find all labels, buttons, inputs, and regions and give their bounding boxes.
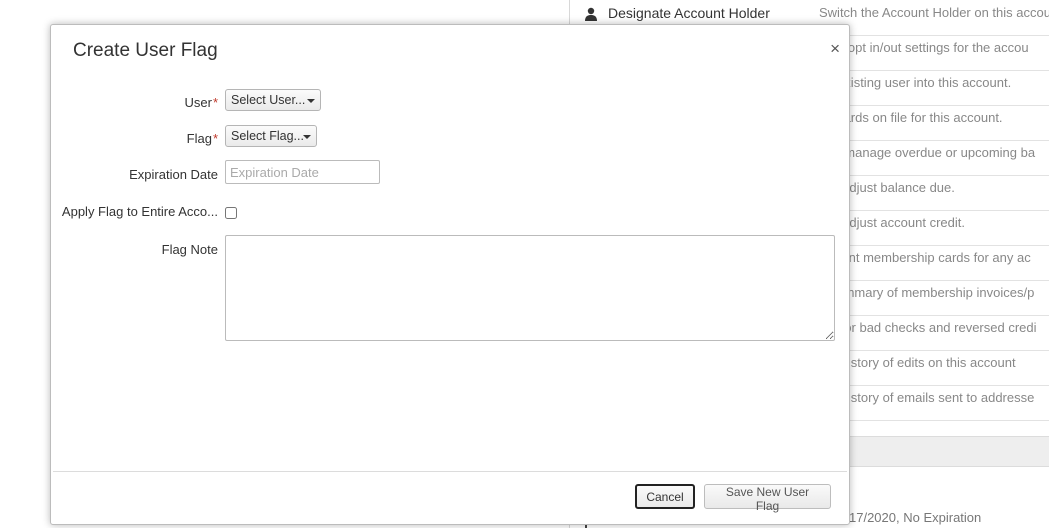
flag-note-textarea[interactable] [225, 235, 835, 341]
required-marker: * [212, 131, 218, 146]
row-description: or print membership cards for any ac [819, 250, 1031, 265]
user-select-value: Select User... [231, 93, 306, 107]
chevron-down-icon [303, 135, 311, 139]
save-new-user-flag-button[interactable]: Save New User Flag [704, 484, 831, 513]
flag-select[interactable]: Select Flag... [225, 125, 317, 147]
expiration-date-label: Expiration Date [129, 167, 218, 182]
close-icon[interactable]: × [830, 40, 840, 58]
flag-select-value: Select Flag... [231, 129, 304, 143]
apply-flag-entire-account-checkbox[interactable] [225, 207, 237, 219]
chevron-down-icon [307, 99, 315, 103]
row-description: a summary of membership invoices/p [819, 285, 1035, 300]
dialog-title: Create User Flag [73, 40, 218, 61]
flag-note-label: Flag Note [161, 242, 218, 257]
required-marker: * [212, 95, 218, 110]
row-description: t the opt in/out settings for the accou [819, 40, 1029, 55]
expiration-date-input[interactable] [225, 160, 380, 184]
footer-divider [53, 471, 847, 472]
user-select[interactable]: Select User... [225, 89, 321, 111]
background-expiration-text: 17/2020, No Expiration [849, 510, 982, 525]
user-icon [585, 7, 597, 21]
row-description: Switch the Account Holder on this accoun… [819, 5, 1049, 20]
apply-flag-entire-account-label: Apply Flag to Entire Acco... [61, 204, 218, 219]
row-description: unt for bad checks and reversed credi [819, 320, 1037, 335]
user-label: User* [184, 95, 218, 110]
cancel-button[interactable]: Cancel [635, 484, 695, 509]
row-description: the history of emails sent to addresse [819, 390, 1035, 405]
flag-label: Flag* [186, 131, 218, 146]
designate-account-holder-link[interactable]: Designate Account Holder [608, 5, 770, 21]
row-description: and manage overdue or upcoming ba [819, 145, 1036, 160]
create-user-flag-dialog: Create User Flag × User* Select User... … [50, 24, 850, 525]
